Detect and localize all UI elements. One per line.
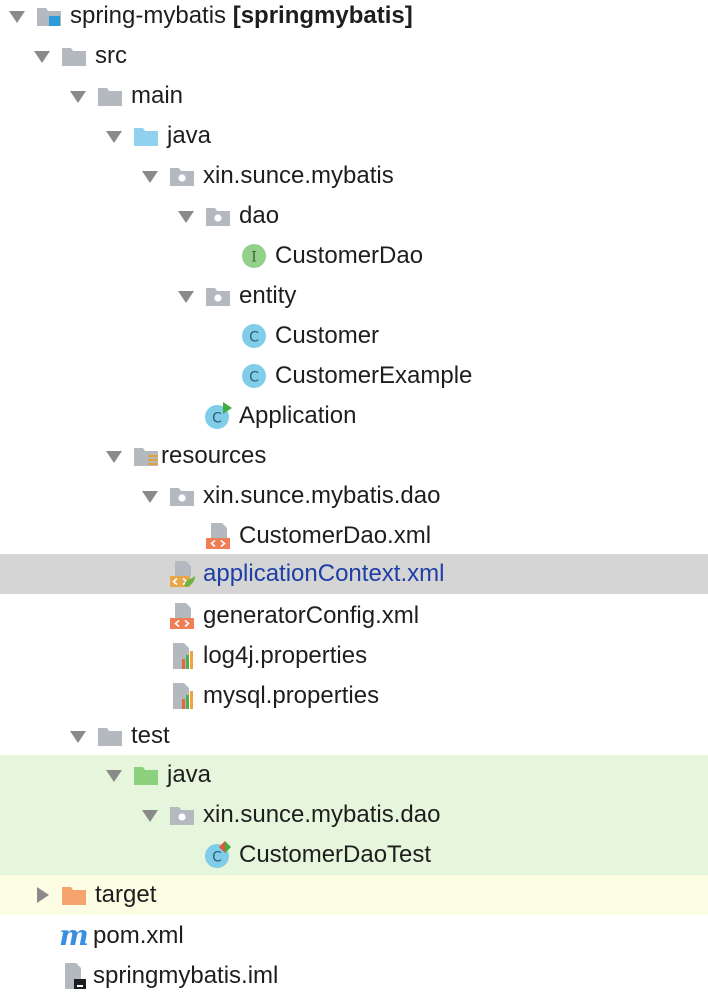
expand-arrow-icon[interactable]	[175, 205, 197, 227]
tree-row-package-entity[interactable]: entity	[0, 276, 708, 316]
source-folder-icon	[131, 121, 161, 151]
test-folder-icon	[131, 760, 161, 790]
expand-arrow-icon[interactable]	[67, 725, 89, 747]
tree-row-label: generatorConfig.xml	[203, 602, 420, 629]
tree-row-label: mysql.properties	[203, 682, 380, 709]
properties-file-icon	[167, 641, 197, 671]
package-icon	[203, 201, 233, 231]
excluded-folder-icon	[59, 880, 89, 910]
tree-row-customerdaotest[interactable]: C CustomerDaoTest	[0, 835, 708, 875]
expand-arrow-icon[interactable]	[103, 764, 125, 786]
expand-arrow-icon[interactable]	[139, 165, 161, 187]
svg-text:C: C	[212, 411, 222, 427]
tree-row-target[interactable]: target	[0, 875, 708, 915]
maven-icon: m	[59, 921, 89, 951]
tree-row-label: CustomerExample	[275, 362, 473, 389]
expand-arrow-icon[interactable]	[139, 485, 161, 507]
svg-text:C: C	[249, 330, 259, 346]
tree-row-mysql-properties[interactable]: mysql.properties	[0, 676, 708, 716]
tree-row-log4j-properties[interactable]: log4j.properties	[0, 636, 708, 676]
folder-icon	[95, 721, 125, 751]
svg-text:I: I	[251, 250, 257, 266]
class-icon: C	[239, 321, 269, 351]
svg-text:m: m	[59, 921, 89, 951]
tree-row-label: xin.sunce.mybatis	[203, 162, 394, 189]
expand-arrow-icon[interactable]	[67, 85, 89, 107]
tree-row-label: Customer	[275, 322, 380, 349]
tree-row-package-dao[interactable]: dao	[0, 196, 708, 236]
tree-row-java[interactable]: java	[0, 116, 708, 156]
tree-row-customerdao[interactable]: I CustomerDao	[0, 236, 708, 276]
tree-row-customerdao-xml[interactable]: CustomerDao.xml	[0, 516, 708, 556]
tree-row-label: CustomerDao	[275, 242, 424, 269]
package-icon	[167, 481, 197, 511]
interface-icon: I	[239, 241, 269, 271]
module-file-icon	[59, 961, 89, 991]
tree-row-test-java[interactable]: java	[0, 755, 708, 795]
tree-row-label: src	[95, 42, 127, 69]
tree-row-label: xin.sunce.mybatis.dao	[203, 482, 441, 509]
tree-row-resources[interactable]: resources	[0, 436, 708, 476]
tree-row-label: spring-mybatis [springmybatis]	[70, 2, 413, 29]
svg-text:C: C	[249, 370, 259, 386]
folder-icon	[59, 41, 89, 71]
tree-row-customerexample[interactable]: C CustomerExample	[0, 356, 708, 396]
tree-row-label: log4j.properties	[203, 642, 368, 669]
tree-row-test-package-dao[interactable]: xin.sunce.mybatis.dao	[0, 795, 708, 835]
test-class-icon: C	[203, 840, 233, 870]
folder-icon	[95, 81, 125, 111]
expand-arrow-icon[interactable]	[103, 125, 125, 147]
xml-file-icon	[167, 601, 197, 631]
tree-row-label: pom.xml	[93, 922, 184, 949]
collapse-arrow-icon[interactable]	[31, 884, 53, 906]
expand-arrow-icon[interactable]	[175, 285, 197, 307]
resources-folder-icon	[131, 441, 161, 471]
tree-row-label: main	[131, 82, 184, 109]
module-folder-icon	[34, 1, 64, 31]
tree-row-application[interactable]: C Application	[0, 396, 708, 436]
tree-row-label: CustomerDaoTest	[239, 841, 432, 868]
tree-row-pom-xml[interactable]: m pom.xml	[0, 916, 708, 956]
tree-row-label: dao	[239, 202, 280, 229]
expand-arrow-icon[interactable]	[31, 45, 53, 67]
project-tree: spring-mybatis [springmybatis] src main …	[0, 0, 708, 994]
tree-row-test[interactable]: test	[0, 716, 708, 756]
package-icon	[203, 281, 233, 311]
tree-row-customer[interactable]: C Customer	[0, 316, 708, 356]
tree-row-main[interactable]: main	[0, 76, 708, 116]
properties-file-icon	[167, 681, 197, 711]
package-icon	[167, 800, 197, 830]
tree-row-label: entity	[239, 282, 297, 309]
tree-row-label: xin.sunce.mybatis.dao	[203, 801, 441, 828]
tree-row-generatorconfig-xml[interactable]: generatorConfig.xml	[0, 596, 708, 636]
tree-row-label: target	[95, 881, 157, 908]
tree-row-label: test	[131, 722, 170, 749]
runnable-class-icon: C	[203, 401, 233, 431]
tree-row-label: applicationContext.xml	[203, 560, 445, 587]
tree-row-package-mybatis[interactable]: xin.sunce.mybatis	[0, 156, 708, 196]
expand-arrow-icon[interactable]	[139, 804, 161, 826]
expand-arrow-icon[interactable]	[6, 5, 28, 27]
spring-xml-file-icon	[167, 559, 197, 589]
tree-row-project-root[interactable]: spring-mybatis [springmybatis]	[0, 0, 708, 36]
tree-row-resources-package-dao[interactable]: xin.sunce.mybatis.dao	[0, 476, 708, 516]
tree-row-label: CustomerDao.xml	[239, 522, 432, 549]
xml-file-icon	[203, 521, 233, 551]
tree-row-label: java	[167, 761, 212, 788]
package-icon	[167, 161, 197, 191]
tree-row-iml[interactable]: springmybatis.iml	[0, 956, 708, 994]
tree-row-label: Application	[239, 402, 357, 429]
tree-row-label: resources	[161, 442, 267, 469]
tree-row-label: java	[167, 122, 212, 149]
tree-row-applicationcontext-xml[interactable]: applicationContext.xml	[0, 554, 708, 594]
tree-row-label: springmybatis.iml	[93, 962, 279, 989]
class-icon: C	[239, 361, 269, 391]
expand-arrow-icon[interactable]	[103, 445, 125, 467]
tree-row-src[interactable]: src	[0, 36, 708, 76]
svg-text:C: C	[212, 850, 222, 866]
